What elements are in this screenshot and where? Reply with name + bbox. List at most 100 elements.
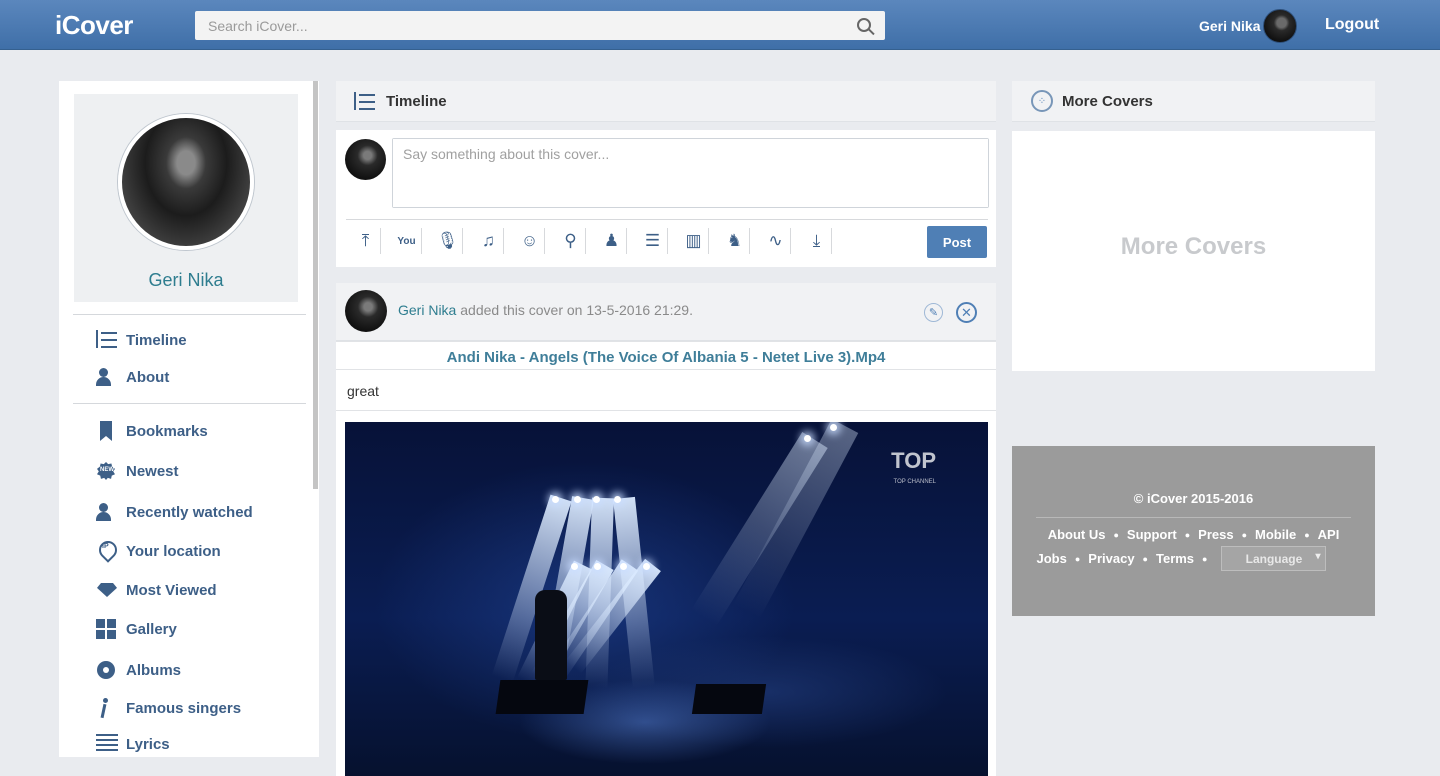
singer-figure [535,590,567,680]
sidebar-item-label: Timeline [126,331,187,349]
footer-link-api[interactable]: API [1318,527,1340,542]
sidebar-item-most-viewed[interactable]: Most Viewed [96,579,217,601]
video-player[interactable]: TOP TOP CHANNEL [345,422,988,776]
profile-card: Geri Nika [74,94,298,302]
sheet-icon[interactable]: ☰ [638,228,668,254]
footer-separator: ● [1142,553,1148,564]
download-icon[interactable]: ⤓ [802,228,832,254]
sidebar-item-famous-singers[interactable]: Famous singers [96,697,241,719]
youtube-icon[interactable]: You [392,228,422,254]
profile-name[interactable]: Geri Nika [74,270,298,291]
sidebar-divider [73,403,306,404]
edit-icon[interactable]: ✎ [924,303,943,322]
sidebar-scrollbar[interactable] [313,81,318,489]
post-author-avatar[interactable] [345,290,387,332]
timeline-icon [96,330,118,350]
user-clock-icon [96,502,118,522]
footer-link-press[interactable]: Press [1198,527,1233,542]
more-covers-title: More Covers [1062,93,1153,110]
stage-light [594,563,601,570]
post-divider [336,369,996,370]
diamond-icon [96,580,118,600]
stage-light [830,424,837,431]
footer-link-terms[interactable]: Terms [1156,551,1194,566]
timeline-header: Timeline [336,81,996,122]
sidebar-item-your-location[interactable]: Your location [96,540,221,562]
sidebar-item-lyrics[interactable]: Lyrics [96,733,170,755]
stage-light [552,496,559,503]
sidebar-item-label: Recently watched [126,503,253,521]
tools-divider [346,219,988,220]
footer-panel: © iCover 2015-2016 About Us ● Support ● Pr… [1012,446,1375,616]
copyright-text: © iCover 2015-2016 [1133,491,1254,506]
more-covers-icon: ⁘ [1031,90,1053,112]
tag-icon[interactable]: ⚲ [556,228,586,254]
more-covers-panel: More Covers [1012,131,1375,371]
composer-input[interactable] [393,139,988,207]
post-title[interactable]: Andi Nika - Angels (The Voice Of Albania… [336,349,996,366]
app-logo[interactable]: iCover [55,10,133,41]
sidebar-item-recently-watched[interactable]: Recently watched [96,501,253,523]
footer-separator: ● [1184,529,1191,540]
footer-separator: ● [1304,529,1310,540]
post-date-text: added this cover on 13-5-2016 21:29. [456,302,693,318]
header-avatar[interactable] [1263,9,1297,43]
sidebar-item-gallery[interactable]: Gallery [96,618,177,640]
sidebar-item-label: Most Viewed [126,581,217,599]
upload-icon[interactable]: ⤒ [351,228,381,254]
music-list-icon[interactable]: ♫ [474,228,504,254]
post-button[interactable]: Post [927,226,987,258]
stage-light [643,563,650,570]
timeline-icon [354,92,376,112]
profile-avatar[interactable] [118,114,254,250]
singer-icon[interactable]: ♞ [720,228,750,254]
composer-avatar [345,139,386,180]
sidebar-item-about[interactable]: About [96,366,169,388]
logout-link[interactable]: Logout [1325,16,1379,34]
piano-icon[interactable]: ▥ [679,228,709,254]
footer-link-about-us[interactable]: About Us [1048,527,1106,542]
language-select[interactable]: Language [1221,546,1327,571]
sidebar-item-label: Albums [126,661,182,679]
composer-box [392,138,989,208]
channel-logo-sub: TOP CHANNEL [893,479,936,485]
sidebar-item-newest[interactable]: Newest [96,460,179,482]
sidebar-item-label: About [126,368,170,386]
more-covers-header: ⁘ More Covers [1012,81,1375,122]
footer-link-support[interactable]: Support [1127,527,1177,542]
new-badge-icon [96,461,118,481]
footer-divider [1036,517,1351,518]
share-icon[interactable]: ∿ [761,228,791,254]
post-author-link[interactable]: Geri Nika [398,302,456,318]
sidebar-item-timeline[interactable]: Timeline [96,329,187,351]
user-upload-icon[interactable]: ♟ [597,228,627,254]
footer-link-mobile[interactable]: Mobile [1255,527,1296,542]
sidebar-item-label: Lyrics [126,735,170,753]
footer-link-privacy[interactable]: Privacy [1088,551,1134,566]
footer-separator: ● [1074,553,1081,564]
bookmark-icon [96,421,118,441]
search-input[interactable] [195,11,885,40]
sidebar-item-albums[interactable]: Albums [96,659,181,681]
sidebar-item-label: Newest [126,462,179,480]
left-sidebar: Geri Nika Timeline About Bookmarks Newes… [59,81,319,757]
microphone-icon[interactable]: 🎙 [433,228,463,254]
footer-link-jobs[interactable]: Jobs [1037,551,1067,566]
sidebar-item-bookmarks[interactable]: Bookmarks [96,420,208,442]
close-icon[interactable]: ✕ [956,302,977,323]
user-icon [96,367,118,387]
post-divider [336,341,996,342]
smile-icon[interactable]: ☺ [515,228,545,254]
footer-links-row-2: Jobs ● Privacy ● Terms ● Language [1000,546,1363,571]
grid-icon [96,619,118,639]
sidebar-item-label: Gallery [126,620,177,638]
header-user-name[interactable]: Geri Nika [1199,18,1260,34]
post-text: great [347,383,379,399]
search-icon[interactable] [857,18,871,32]
sidebar-item-label: Bookmarks [126,422,208,440]
location-pin-icon [96,541,118,561]
search-bar [195,11,885,40]
stage-light [571,563,578,570]
stage-light [614,496,621,503]
singer-icon [96,698,118,718]
